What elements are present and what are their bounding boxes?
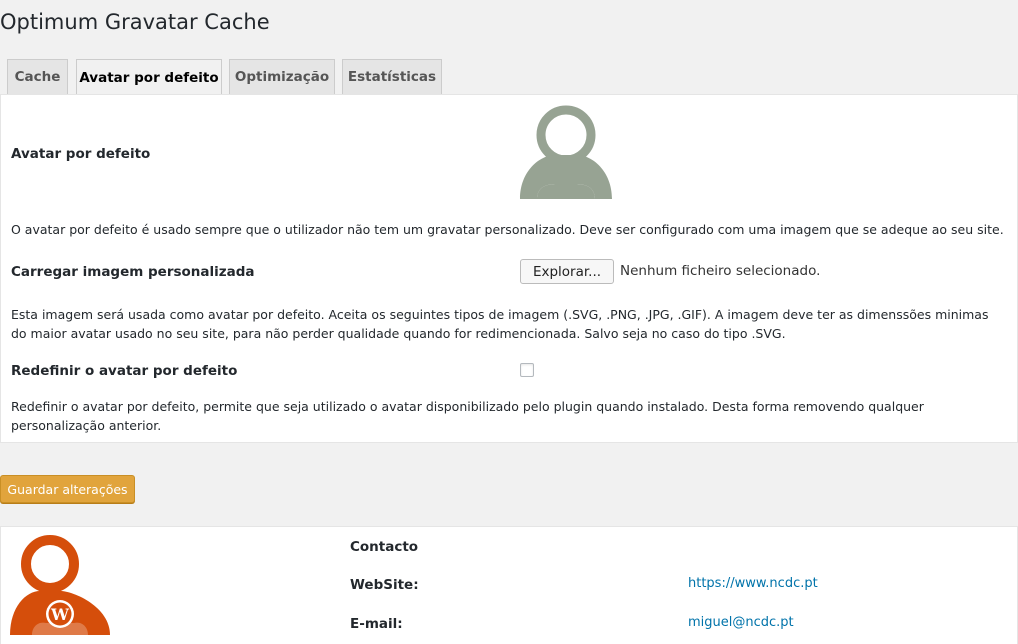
default-avatar-label: Avatar por defeito <box>11 146 151 162</box>
website-link[interactable]: https://www.ncdc.pt <box>688 576 818 591</box>
wordpress-user-icon: W <box>10 535 110 635</box>
upload-description: Esta imagem será usada como avatar por d… <box>11 307 989 341</box>
tab-default-avatar[interactable]: Avatar por defeito <box>76 59 222 95</box>
upload-label: Carregar imagem personalizada <box>11 264 255 280</box>
reset-avatar-checkbox[interactable] <box>520 363 534 377</box>
tab-statistics[interactable]: Estatísticas <box>342 59 442 94</box>
svg-text:W: W <box>50 605 70 624</box>
email-link[interactable]: miguel@ncdc.pt <box>688 615 794 630</box>
save-button[interactable]: Guardar alterações <box>0 475 135 503</box>
tab-cache[interactable]: Cache <box>7 59 68 94</box>
page-title: Optimum Gravatar Cache <box>0 10 270 34</box>
contact-footer <box>0 526 1018 644</box>
user-silhouette-icon <box>520 105 612 199</box>
tab-optimization[interactable]: Optimização <box>229 59 335 94</box>
reset-label: Redefinir o avatar por defeito <box>11 363 238 379</box>
browse-file-button[interactable]: Explorar... <box>520 259 614 284</box>
website-label: WebSite: <box>350 577 419 593</box>
file-status: Nenhum ficheiro selecionado. <box>620 263 821 279</box>
contact-title: Contacto <box>350 539 419 555</box>
email-label: E-mail: <box>350 616 403 632</box>
reset-description: Redefinir o avatar por defeito, permite … <box>11 399 924 433</box>
default-avatar-description: O avatar por defeito é usado sempre que … <box>11 222 1004 237</box>
